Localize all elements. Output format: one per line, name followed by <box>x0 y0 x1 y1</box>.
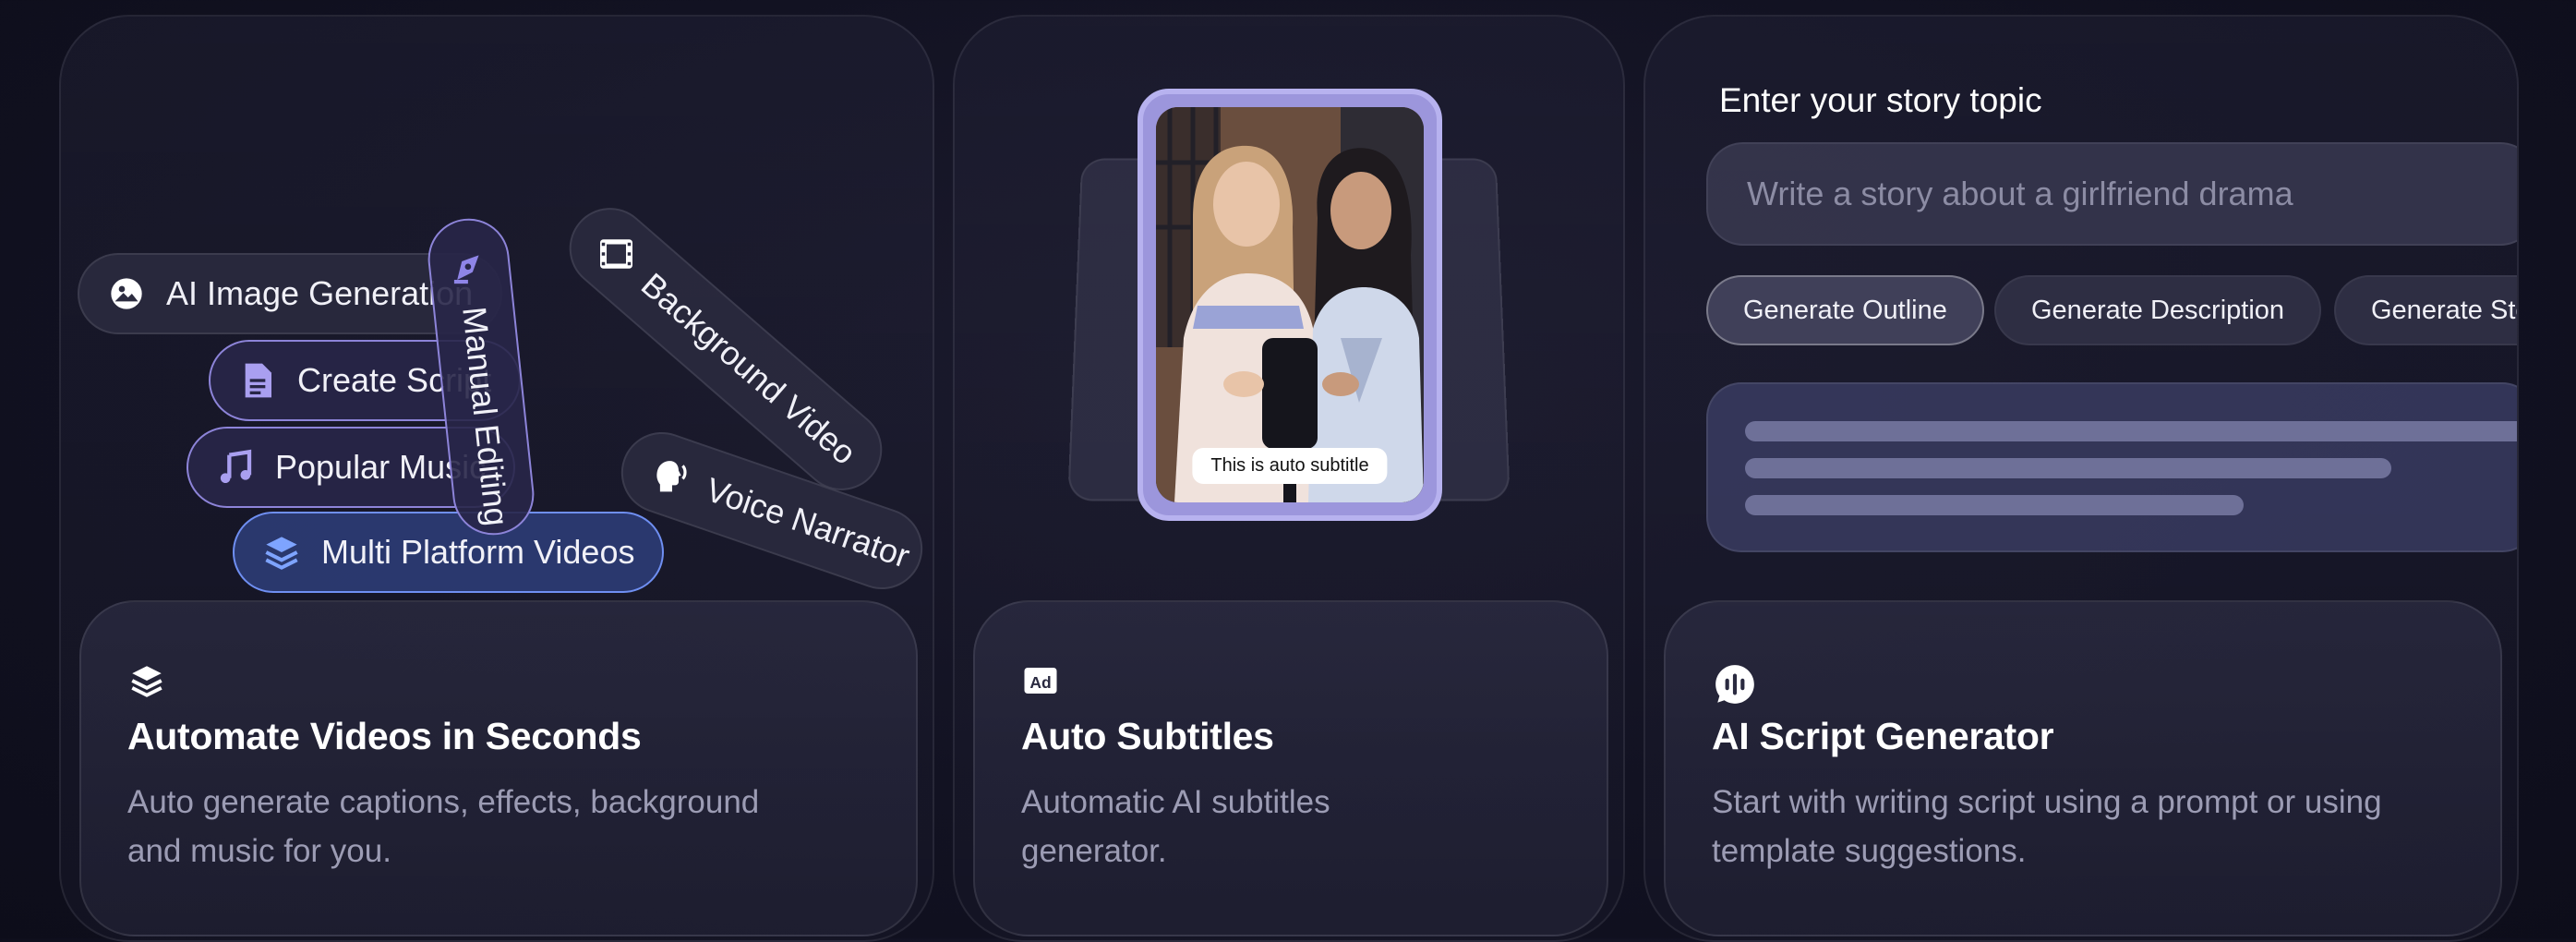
feature-description: Start with writing script using a prompt… <box>1712 784 2382 869</box>
feature-description: Automatic AI subtitles generator. <box>1021 784 1330 869</box>
placeholder-line <box>1745 495 2244 515</box>
feature-card-subtitles: This is auto subtitle Ad Auto Subtitles … <box>953 15 1625 942</box>
svg-text:Ad: Ad <box>1029 673 1051 692</box>
speaking-head-icon <box>650 456 689 495</box>
feature-info-automate: Automate Videos in Seconds Auto generate… <box>79 600 918 936</box>
placeholder-line <box>1745 421 2517 441</box>
generated-output-box <box>1706 382 2517 552</box>
topic-label: Enter your story topic <box>1719 81 2042 119</box>
feature-card-script-generator: Enter your story topic Write a story abo… <box>1643 15 2519 942</box>
feature-card-automate: AI Image Generation Create Script Popula… <box>59 15 934 942</box>
placeholder-line <box>1745 458 2391 478</box>
ad-icon: Ad <box>1021 661 1060 700</box>
pill-voice-narrator[interactable]: Voice Narrator <box>609 421 933 600</box>
feature-info-script-generator: AI Script Generator Start with writing s… <box>1664 600 2502 936</box>
feature-title: Auto Subtitles <box>1021 715 1274 757</box>
topic-input[interactable]: Write a story about a girlfriend drama <box>1706 142 2517 246</box>
voice-wave-icon <box>1712 661 1754 704</box>
phone-mockup: This is auto subtitle <box>1138 89 1442 521</box>
feature-title: AI Script Generator <box>1712 715 2054 757</box>
video-preview: This is auto subtitle <box>1156 107 1424 502</box>
pill-label: Voice Narrator <box>701 470 915 575</box>
generate-outline-button[interactable]: Generate Outline <box>1706 275 1984 345</box>
document-icon <box>238 361 277 400</box>
generate-story-button[interactable]: Generate Story <box>2334 275 2517 345</box>
generate-description-button[interactable]: Generate Description <box>1994 275 2322 345</box>
feature-title: Automate Videos in Seconds <box>127 715 642 757</box>
feature-description: Auto generate captions, effects, backgro… <box>127 784 760 869</box>
topic-placeholder: Write a story about a girlfriend drama <box>1747 175 2293 212</box>
pill-label: Manual Editing <box>455 305 516 528</box>
film-icon <box>597 235 636 273</box>
pen-tool-icon <box>451 248 489 287</box>
layers-icon <box>262 533 301 572</box>
subtitle-caption: This is auto subtitle <box>1192 448 1388 484</box>
layers-icon <box>127 661 166 700</box>
image-icon <box>107 274 146 313</box>
music-note-icon <box>216 448 255 487</box>
pill-manual-editing[interactable]: Manual Editing <box>424 214 538 539</box>
feature-info-subtitles: Ad Auto Subtitles Automatic AI subtitles… <box>973 600 1608 936</box>
